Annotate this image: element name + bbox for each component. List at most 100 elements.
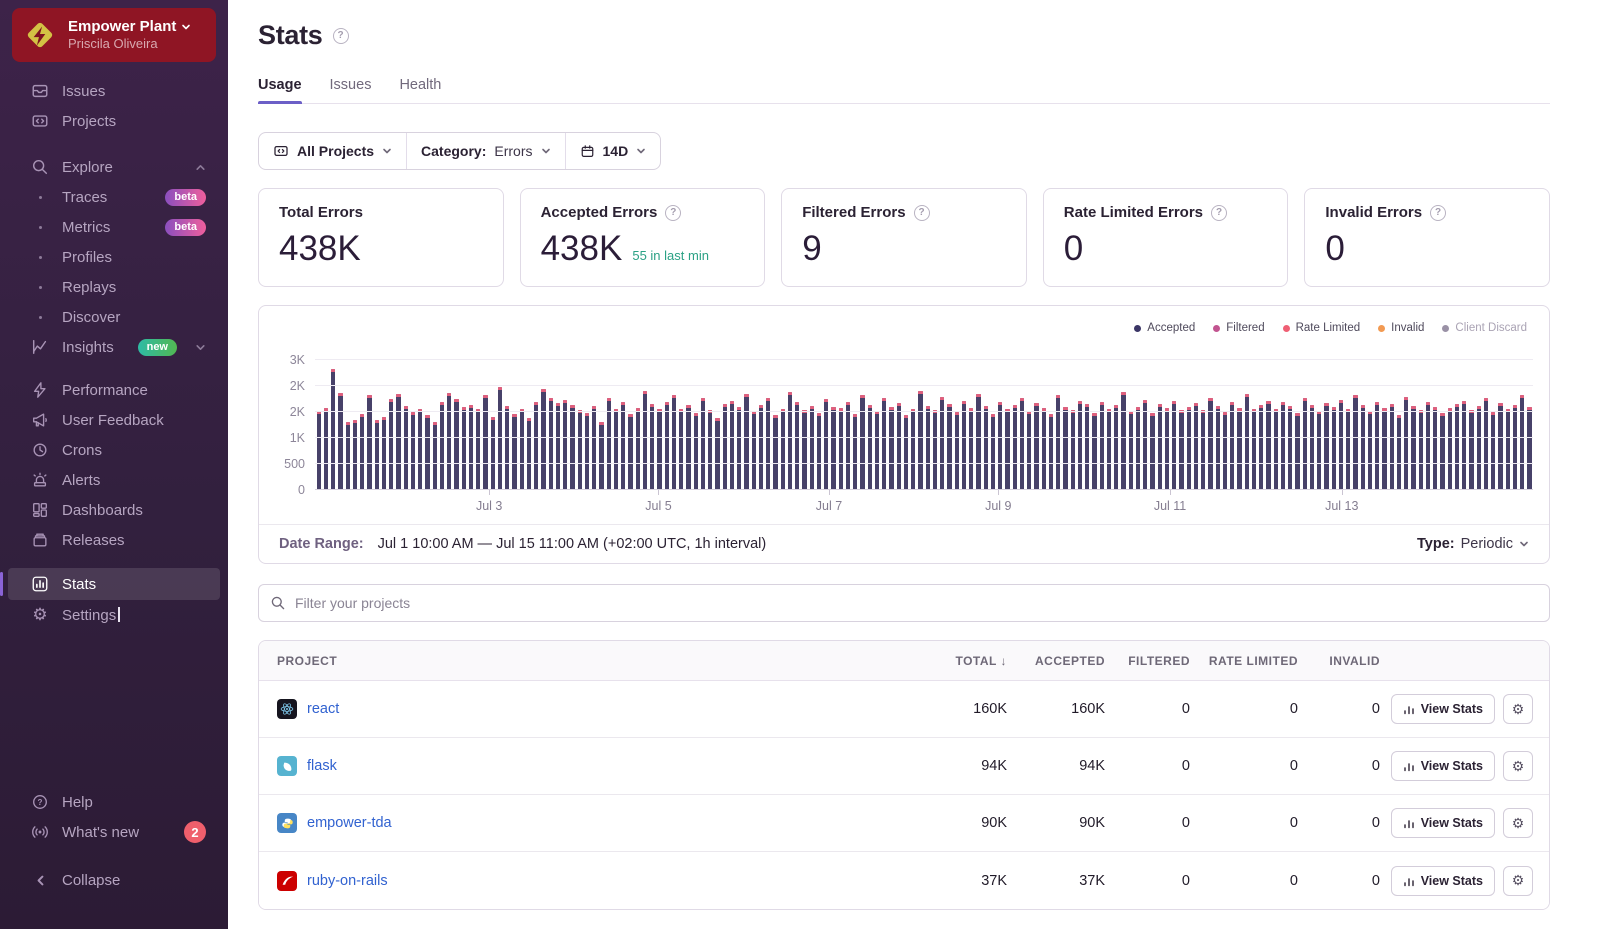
help-icon[interactable]: ? bbox=[914, 205, 930, 221]
card-title: Accepted Errors bbox=[541, 204, 658, 221]
sidebar-item-performance[interactable]: Performance bbox=[8, 375, 220, 405]
bullet-icon bbox=[30, 226, 50, 229]
chart-bar-cap bbox=[1440, 413, 1444, 416]
view-stats-button[interactable]: View Stats bbox=[1391, 694, 1495, 724]
sidebar-item-projects[interactable]: Projects bbox=[8, 106, 220, 136]
chart-bar bbox=[860, 395, 864, 490]
search-input[interactable] bbox=[258, 584, 1550, 622]
y-axis-label: 2K bbox=[290, 379, 305, 393]
view-stats-button[interactable]: View Stats bbox=[1391, 866, 1495, 896]
help-icon[interactable]: ? bbox=[1211, 205, 1227, 221]
page-title-help-icon[interactable]: ? bbox=[333, 28, 349, 44]
org-switcher[interactable]: Empower Plant Priscila Oliveira bbox=[12, 8, 216, 62]
chart-bar bbox=[1288, 406, 1292, 490]
tab-issues[interactable]: Issues bbox=[330, 77, 372, 103]
gridline bbox=[315, 385, 1533, 386]
sidebar-item-label: Help bbox=[62, 794, 93, 811]
column-header-invalid[interactable]: INVALID bbox=[1302, 654, 1384, 668]
sidebar-item-user-feedback[interactable]: User Feedback bbox=[8, 405, 220, 435]
sidebar-item-dashboards[interactable]: Dashboards bbox=[8, 495, 220, 525]
view-stats-button[interactable]: View Stats bbox=[1391, 808, 1495, 838]
chart-bar bbox=[1092, 413, 1096, 490]
chart-bar bbox=[1179, 410, 1183, 490]
card-accepted-errors: Accepted Errors? 438K55 in last min bbox=[520, 188, 766, 287]
legend-item[interactable]: Rate Limited bbox=[1283, 322, 1361, 334]
chart-bar-cap bbox=[882, 398, 886, 401]
cell-accepted: 94K bbox=[1011, 758, 1109, 774]
chart-bar bbox=[737, 407, 741, 490]
chart-bar-cap bbox=[1266, 401, 1270, 404]
flask-platform-icon bbox=[277, 756, 297, 776]
column-header-total[interactable]: TOTAL ↓ bbox=[906, 654, 1011, 668]
project-link[interactable]: react bbox=[307, 701, 339, 717]
chevron-down-icon bbox=[541, 146, 551, 156]
sidebar-item-crons[interactable]: Crons bbox=[8, 435, 220, 465]
sidebar-item-replays[interactable]: Replays bbox=[8, 272, 220, 302]
sidebar-item-stats[interactable]: Stats bbox=[8, 568, 220, 600]
chart-bar bbox=[404, 406, 408, 490]
bullet-icon bbox=[30, 316, 50, 319]
card-value: 0 bbox=[1064, 229, 1083, 269]
chart-bar bbox=[599, 422, 603, 490]
view-stats-button[interactable]: View Stats bbox=[1391, 751, 1495, 781]
help-icon[interactable]: ? bbox=[665, 205, 681, 221]
project-settings-gear-button[interactable]: ⚙ bbox=[1503, 808, 1533, 838]
chart-bar bbox=[1303, 398, 1307, 490]
category-filter-dropdown[interactable]: Category: Errors bbox=[406, 133, 564, 169]
chart-bar bbox=[1237, 408, 1241, 490]
legend-item[interactable]: Client Discard bbox=[1442, 322, 1527, 334]
chart-bar bbox=[462, 407, 466, 490]
cell-total: 90K bbox=[906, 815, 1011, 831]
project-settings-gear-button[interactable]: ⚙ bbox=[1503, 866, 1533, 896]
sidebar-item-alerts[interactable]: Alerts bbox=[8, 465, 220, 495]
sidebar-item-insights[interactable]: Insights new bbox=[8, 332, 220, 362]
broadcast-icon bbox=[30, 823, 50, 841]
project-filter-value: All Projects bbox=[297, 143, 374, 159]
chart-footer: Date Range: Jul 1 10:00 AM — Jul 15 11:0… bbox=[259, 524, 1549, 563]
chart-bar bbox=[411, 412, 415, 490]
legend-dot-icon bbox=[1283, 325, 1290, 332]
project-link[interactable]: ruby-on-rails bbox=[307, 873, 388, 889]
sidebar-item-metrics[interactable]: Metrics beta bbox=[8, 212, 220, 242]
chart-bar bbox=[1259, 405, 1263, 490]
sidebar-item-releases[interactable]: Releases bbox=[8, 525, 220, 555]
sidebar-item-discover[interactable]: Discover bbox=[8, 302, 220, 332]
x-axis-tick bbox=[1342, 490, 1343, 495]
chart-bar bbox=[1317, 411, 1321, 490]
sidebar-item-traces[interactable]: Traces beta bbox=[8, 182, 220, 212]
chart-bar bbox=[947, 404, 951, 490]
sidebar-item-settings[interactable]: ⚙ Settings bbox=[8, 600, 220, 630]
sidebar-item-help[interactable]: ? Help bbox=[8, 787, 220, 817]
date-range-dropdown[interactable]: 14D bbox=[565, 133, 661, 169]
tab-usage[interactable]: Usage bbox=[258, 77, 302, 103]
sidebar-item-whats-new[interactable]: What's new 2 bbox=[8, 817, 220, 847]
chart-bar-cap bbox=[897, 403, 901, 406]
legend-item[interactable]: Filtered bbox=[1213, 322, 1264, 334]
chart-bar-cap bbox=[1411, 406, 1415, 409]
sidebar-collapse-button[interactable]: Collapse bbox=[8, 865, 220, 895]
type-dropdown[interactable]: Type: Periodic bbox=[1417, 536, 1529, 552]
sidebar-item-profiles[interactable]: Profiles bbox=[8, 242, 220, 272]
column-header-project[interactable]: PROJECT bbox=[259, 654, 906, 668]
legend-item[interactable]: Accepted bbox=[1134, 322, 1195, 334]
column-header-filtered[interactable]: FILTERED bbox=[1109, 654, 1194, 668]
project-settings-gear-button[interactable]: ⚙ bbox=[1503, 751, 1533, 781]
column-header-accepted[interactable]: ACCEPTED bbox=[1011, 654, 1109, 668]
chart-bar-cap bbox=[773, 415, 777, 418]
chart-bar bbox=[1281, 402, 1285, 490]
column-header-rate-limited[interactable]: RATE LIMITED bbox=[1194, 654, 1302, 668]
legend-item[interactable]: Invalid bbox=[1378, 322, 1424, 334]
project-link[interactable]: empower-tda bbox=[307, 815, 392, 831]
project-link[interactable]: flask bbox=[307, 758, 337, 774]
chart-bar bbox=[367, 395, 371, 490]
project-settings-gear-button[interactable]: ⚙ bbox=[1503, 694, 1533, 724]
help-icon[interactable]: ? bbox=[1430, 205, 1446, 221]
chart-bar-cap bbox=[512, 414, 516, 417]
sidebar-item-issues[interactable]: Issues bbox=[8, 76, 220, 106]
sidebar-section-explore[interactable]: Explore bbox=[8, 152, 220, 182]
gear-icon: ⚙ bbox=[30, 605, 50, 625]
tab-health[interactable]: Health bbox=[399, 77, 441, 103]
project-filter-dropdown[interactable]: All Projects bbox=[259, 133, 406, 169]
chart-bar bbox=[1513, 405, 1517, 490]
chart-bar-cap bbox=[1462, 401, 1466, 404]
